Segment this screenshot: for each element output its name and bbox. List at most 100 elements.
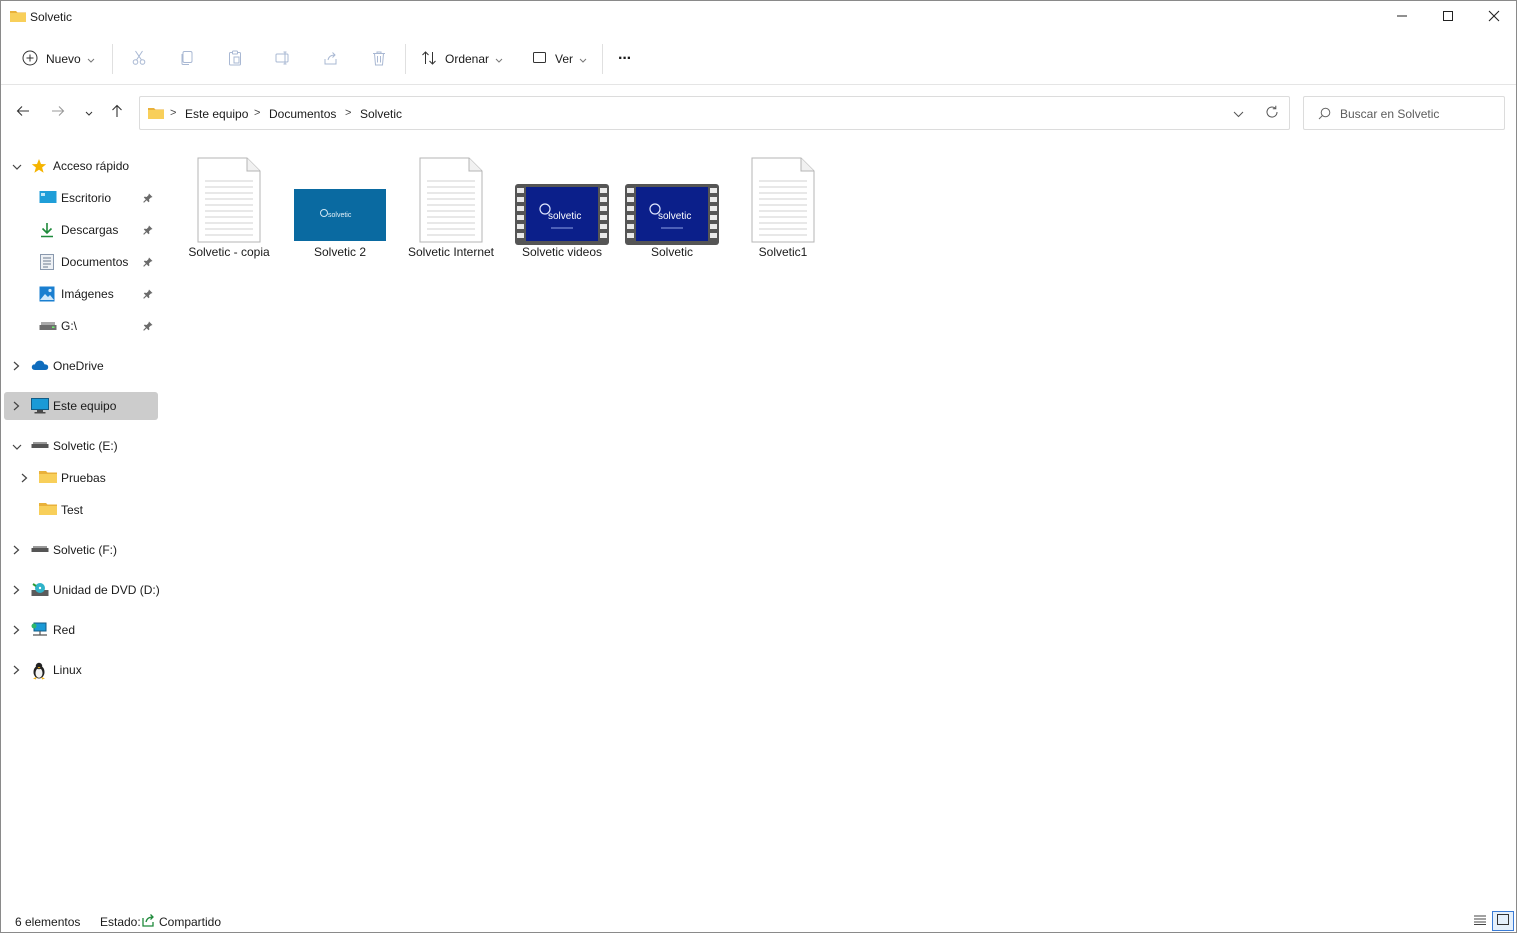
- drive-icon: [39, 318, 57, 334]
- text-document-icon: [174, 151, 284, 243]
- pin-icon: [143, 224, 153, 238]
- new-button[interactable]: Nuevo: [22, 45, 95, 73]
- copy-button[interactable]: [175, 47, 199, 71]
- chevron-down-icon[interactable]: [12, 440, 22, 454]
- refresh-icon[interactable]: [1265, 105, 1279, 122]
- chevron-right-icon[interactable]: [21, 472, 28, 486]
- address-bar[interactable]: > Este equipo > Documentos > Solvetic: [139, 96, 1290, 130]
- share-button[interactable]: [319, 47, 343, 71]
- nav-item-drive-g[interactable]: G:\: [4, 312, 158, 340]
- nav-label: Acceso rápido: [53, 159, 130, 173]
- search-input[interactable]: [1340, 105, 1500, 123]
- arrow-right-icon: [51, 105, 65, 120]
- rename-button[interactable]: [271, 47, 295, 71]
- nav-label: Escritorio: [61, 191, 112, 205]
- breadcrumb-solvetic[interactable]: Solvetic: [360, 107, 402, 121]
- tile-view-icon: [1497, 914, 1509, 928]
- file-name: Solvetic1: [758, 245, 808, 259]
- nav-item-test[interactable]: Test: [4, 496, 158, 524]
- logo-text: solvetic: [658, 211, 691, 222]
- nav-label: Pruebas: [61, 471, 106, 485]
- explorer-window: Solvetic Nuevo Ordenar Ver ··· > Este eq…: [0, 0, 1517, 933]
- new-label: Nuevo: [46, 52, 81, 66]
- chevron-right-icon[interactable]: [13, 360, 20, 374]
- up-button[interactable]: [106, 101, 128, 123]
- view-button[interactable]: Ver: [533, 45, 587, 73]
- nav-item-drive-f[interactable]: Solvetic (F:): [4, 536, 158, 564]
- nav-item-network[interactable]: Red: [4, 616, 158, 644]
- file-item-solvetic1[interactable]: Solvetic1: [728, 151, 838, 266]
- close-button[interactable]: [1471, 1, 1517, 31]
- large-icons-view-button[interactable]: [1492, 911, 1514, 931]
- nav-label: OneDrive: [53, 359, 104, 373]
- nav-item-desktop[interactable]: Escritorio: [4, 184, 158, 212]
- nav-item-pruebas[interactable]: Pruebas: [4, 464, 158, 492]
- sort-button[interactable]: Ordenar: [421, 45, 503, 73]
- search-icon: [1318, 107, 1331, 123]
- chevron-right-icon[interactable]: [13, 544, 20, 558]
- breadcrumb-documentos[interactable]: Documentos: [269, 107, 336, 121]
- title-bar: Solvetic: [1, 1, 1516, 33]
- nav-label: Linux: [53, 663, 82, 677]
- rename-icon: [275, 50, 291, 69]
- text-document-icon: [728, 151, 838, 243]
- back-button[interactable]: [12, 101, 34, 123]
- file-item-solvetic-videos[interactable]: solvetic Solvetic videos: [507, 151, 617, 266]
- plus-circle-icon: [22, 50, 38, 69]
- nav-item-onedrive[interactable]: OneDrive: [4, 352, 158, 380]
- nav-item-drive-e[interactable]: Solvetic (E:): [4, 432, 158, 460]
- nav-item-quick-access[interactable]: Acceso rápido: [4, 152, 158, 180]
- breadcrumb-separator: >: [170, 107, 177, 119]
- star-icon: [31, 158, 49, 174]
- pin-icon: [143, 256, 153, 270]
- folder-icon: [39, 470, 57, 486]
- file-item-solvetic-video[interactable]: solvetic Solvetic: [617, 151, 727, 266]
- chevron-down-icon[interactable]: [12, 160, 22, 174]
- logo-text: solvetic: [328, 212, 352, 219]
- file-item-solvetic-copia[interactable]: Solvetic - copia: [174, 151, 284, 266]
- search-box[interactable]: [1303, 96, 1505, 130]
- chevron-down-icon: [579, 52, 587, 66]
- chevron-right-icon[interactable]: [13, 584, 20, 598]
- more-options-button[interactable]: ···: [618, 45, 632, 73]
- download-icon: [39, 222, 57, 238]
- more-icon: ···: [618, 50, 632, 67]
- list-view-icon: [1474, 914, 1486, 928]
- recent-locations-button[interactable]: [78, 101, 100, 123]
- nav-item-documents[interactable]: Documentos: [4, 248, 158, 276]
- chevron-right-icon[interactable]: [13, 624, 20, 638]
- pin-icon: [143, 320, 153, 334]
- nav-item-pictures[interactable]: Imágenes: [4, 280, 158, 308]
- nav-label: Solvetic (E:): [53, 439, 118, 453]
- address-history-chevron-icon[interactable]: [1233, 107, 1244, 121]
- cloud-icon: [31, 358, 49, 374]
- file-item-solvetic-internet[interactable]: Solvetic Internet: [396, 151, 506, 266]
- details-view-button[interactable]: [1469, 911, 1491, 931]
- minimize-button[interactable]: [1379, 1, 1425, 31]
- chevron-right-icon[interactable]: [13, 664, 20, 678]
- text-document-icon: [396, 151, 506, 243]
- forward-button[interactable]: [47, 101, 69, 123]
- toolbar-divider: [405, 44, 406, 74]
- nav-item-downloads[interactable]: Descargas: [4, 216, 158, 244]
- delete-button[interactable]: [367, 47, 391, 71]
- chevron-right-icon[interactable]: [13, 400, 20, 414]
- nav-item-this-pc[interactable]: Este equipo: [4, 392, 158, 420]
- paste-button[interactable]: [223, 47, 247, 71]
- file-item-solvetic-2[interactable]: solvetic Solvetic 2: [285, 151, 395, 266]
- nav-item-dvd-drive[interactable]: Unidad de DVD (D:): [4, 576, 160, 604]
- file-name: Solvetic 2: [313, 245, 367, 259]
- item-count: 6 elementos: [15, 915, 81, 929]
- shared-icon: [142, 913, 156, 930]
- sort-icon: [421, 50, 437, 69]
- chevron-down-icon: [495, 52, 503, 66]
- status-bar: 6 elementos Estado: Compartido: [1, 909, 1516, 933]
- pin-icon: [143, 288, 153, 302]
- maximize-button[interactable]: [1425, 1, 1471, 31]
- view-label: Ver: [555, 52, 574, 66]
- command-bar: Nuevo Ordenar Ver ···: [1, 33, 1516, 85]
- cut-button[interactable]: [127, 47, 151, 71]
- nav-item-linux[interactable]: Linux: [4, 656, 158, 684]
- breadcrumb-este-equipo[interactable]: Este equipo: [185, 107, 248, 121]
- linux-icon: [31, 662, 49, 680]
